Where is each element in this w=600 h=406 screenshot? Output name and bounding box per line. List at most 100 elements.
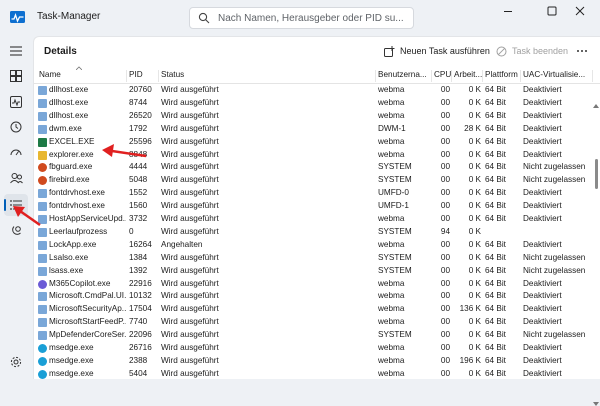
cell-user: webma [378, 136, 405, 146]
table-row[interactable]: EXCEL.EXE 25596 Wird ausgeführt webma 00 0 K 6… [34, 136, 594, 149]
folder-icon [38, 150, 47, 160]
column-header-username[interactable]: Benutzerna... [376, 70, 432, 82]
scroll-up-icon[interactable] [593, 104, 599, 108]
table-row[interactable]: lsass.exe 1392 Wird ausgeführt SYSTEM 00 0 K 6… [34, 265, 594, 278]
minimize-icon [504, 11, 512, 12]
column-header-platform[interactable]: Plattform [483, 70, 521, 82]
table-row[interactable]: fbguard.exe 4444 Wird ausgeführt SYSTEM 00 0 … [34, 161, 594, 174]
cell-pid: 8744 [129, 97, 148, 107]
excel-icon [38, 137, 47, 147]
nav-services[interactable] [4, 220, 28, 242]
table-row[interactable]: HostAppServiceUpd... 3732 Wird ausgeführt w… [34, 213, 594, 226]
cell-cpu: 00 [440, 304, 450, 314]
cell-uac: Deaktiviert [523, 110, 562, 120]
table-row[interactable]: dwm.exe 1792 Wird ausgeführt DWM-1 00 28 K 64 … [34, 123, 594, 136]
cell-status: Wird ausgeführt [161, 162, 219, 172]
cell-working-set: 0 K [468, 162, 481, 172]
cell-status: Wird ausgeführt [161, 317, 219, 327]
cell-status: Wird ausgeführt [161, 304, 219, 314]
table-row[interactable]: dllhost.exe 8744 Wird ausgeführt webma 00 0 K… [34, 97, 594, 110]
column-header-working-set[interactable]: Arbeit... [452, 70, 483, 82]
more-options-button[interactable] [574, 43, 590, 59]
table-row[interactable]: MicrosoftStartFeedP... 7740 Wird ausgeführ… [34, 316, 594, 329]
scrollbar-thumb[interactable] [595, 159, 598, 189]
edge-icon [38, 344, 47, 353]
exe-icon [38, 331, 47, 341]
table-row[interactable]: Leerlaufprozess 0 Wird ausgeführt SYSTEM 94 0… [34, 226, 594, 239]
cell-cpu: 00 [440, 136, 450, 146]
nav-users[interactable] [4, 167, 28, 189]
column-header-name[interactable]: Name [37, 70, 127, 82]
table-row[interactable]: M365Copilot.exe 22916 Wird ausgeführt webma… [34, 278, 594, 291]
cell-name: dllhost.exe [49, 110, 89, 120]
table-row[interactable]: firebird.exe 5048 Wird ausgeführt SYSTEM 00 0… [34, 174, 594, 187]
minimize-button[interactable] [488, 0, 528, 22]
exe-icon [38, 266, 47, 276]
cell-pid: 25596 [129, 136, 152, 146]
search-input[interactable] [218, 11, 408, 25]
cell-working-set: 0 K [468, 239, 481, 249]
cell-working-set: 0 K [468, 175, 481, 185]
table-row[interactable]: dllhost.exe 26520 Wird ausgeführt webma 00 0 … [34, 110, 594, 123]
table-row[interactable]: fontdrvhost.exe 1560 Wird ausgeführt UMFD-1… [34, 200, 594, 213]
cell-status: Wird ausgeführt [161, 368, 219, 378]
search-box[interactable] [189, 7, 414, 29]
table-row[interactable]: MpDefenderCoreSer... 22096 Wird ausgeführt… [34, 329, 594, 342]
new-task-button[interactable]: Neuen Task ausführen [384, 43, 490, 59]
cell-working-set: 28 K [464, 123, 481, 133]
nav-settings[interactable] [4, 351, 28, 373]
table-row[interactable]: MicrosoftSecurityAp... 17504 Wird ausgefüh… [34, 303, 594, 316]
nav-performance[interactable] [4, 91, 28, 113]
close-button[interactable] [560, 0, 600, 22]
table-row[interactable]: dllhost.exe 20760 Wird ausgeführt webma 00 0 … [34, 84, 594, 97]
exe-icon [38, 111, 47, 121]
copilot-icon [38, 279, 47, 289]
table-row[interactable]: explorer.exe 8848 Wird ausgeführt webma 00 0 … [34, 149, 594, 162]
nav-menu[interactable] [4, 40, 28, 62]
column-header-status[interactable]: Status [159, 70, 376, 82]
cell-working-set: 0 K [468, 214, 481, 223]
cell-uac: Deaktiviert [523, 304, 562, 314]
table-row[interactable]: fontdrvhost.exe 1552 Wird ausgeführt UMFD-0… [34, 187, 594, 200]
table-row[interactable]: msedge.exe 2388 Wird ausgeführt webma 00 196 … [34, 355, 594, 368]
cell-name: fbguard.exe [49, 162, 93, 172]
column-header-pid[interactable]: PID [127, 70, 159, 82]
nav-app-history[interactable] [4, 116, 28, 138]
column-header-cpu[interactable]: CPU [432, 70, 452, 82]
cell-uac: Nicht zugelassen [523, 162, 586, 172]
column-header-uac[interactable]: UAC-Virtualisie... [521, 70, 593, 82]
history-icon [10, 121, 22, 133]
cell-pid: 0 [129, 226, 134, 236]
cell-name: Lsalso.exe [49, 252, 89, 262]
exe-icon [38, 253, 47, 263]
cell-cpu: 00 [440, 123, 450, 133]
cell-pid: 7740 [129, 317, 148, 327]
cell-user: SYSTEM [378, 226, 412, 236]
cell-name: firebird.exe [49, 175, 90, 185]
scroll-down-icon[interactable] [593, 402, 599, 406]
cell-platform: 64 Bit [485, 278, 506, 288]
cell-pid: 20760 [129, 85, 152, 94]
table-row[interactable]: Microsoft.CmdPal.UI... 10132 Wird ausgefüh… [34, 290, 594, 303]
exe-icon [38, 86, 47, 95]
cell-pid: 5404 [129, 368, 148, 378]
nav-details[interactable] [4, 194, 28, 216]
cell-uac: Nicht zugelassen [523, 330, 586, 340]
cell-user: webma [378, 304, 405, 314]
nav-startup-apps[interactable] [4, 142, 28, 164]
startup-icon [10, 149, 22, 156]
cell-working-set: 0 K [468, 317, 481, 327]
cell-working-set: 0 K [468, 330, 481, 340]
details-list-icon [10, 200, 22, 210]
table-row[interactable]: msedge.exe 26716 Wird ausgeführt webma 00 0 K… [34, 342, 594, 355]
nav-processes[interactable] [4, 65, 28, 87]
table-row[interactable]: LockApp.exe 16264 Angehalten webma 00 0 K 64 B… [34, 239, 594, 252]
end-task-button[interactable]: Task beenden [496, 43, 568, 59]
firebird-icon [38, 163, 47, 173]
cell-working-set: 0 K [468, 368, 481, 378]
cell-uac: Deaktiviert [523, 201, 562, 211]
cell-platform: 64 Bit [485, 317, 506, 327]
table-row[interactable]: Lsalso.exe 1384 Wird ausgeführt SYSTEM 00 0 K… [34, 252, 594, 265]
cell-platform: 64 Bit [485, 97, 506, 107]
cell-pid: 1560 [129, 201, 148, 211]
